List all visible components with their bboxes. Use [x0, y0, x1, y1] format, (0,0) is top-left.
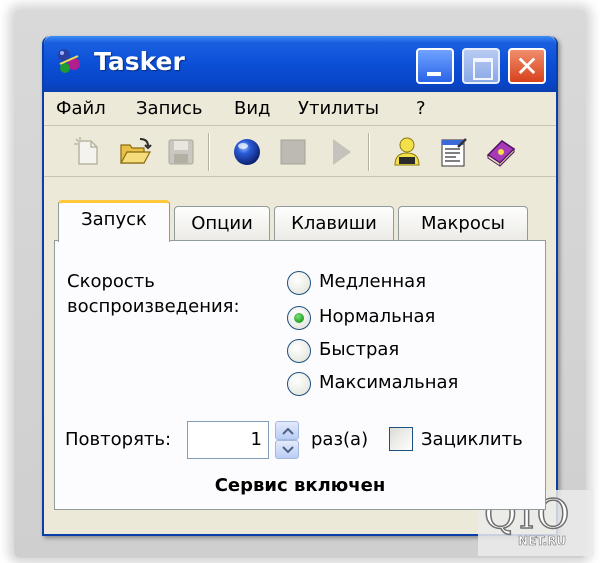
radio-fast[interactable] [287, 339, 311, 363]
toolbar-separator [368, 133, 370, 171]
window-title: Tasker [94, 47, 185, 76]
tab-keys[interactable]: Клавиши [274, 206, 394, 240]
new-icon[interactable] [70, 135, 104, 169]
menu-file[interactable]: Файл [56, 98, 106, 119]
radio-slow-label: Медленная [319, 271, 427, 292]
spin-up-button[interactable] [275, 421, 299, 440]
toolbar [44, 127, 556, 177]
times-label: раз(а) [311, 429, 369, 450]
user-icon[interactable] [390, 135, 424, 169]
save-icon[interactable] [164, 135, 198, 169]
radio-fast-label: Быстрая [319, 339, 400, 360]
menu-bar: Файл Запись Вид Утилиты ? [44, 92, 556, 126]
properties-icon[interactable] [436, 135, 470, 169]
menu-help[interactable]: ? [416, 98, 426, 119]
radio-max[interactable] [287, 372, 311, 396]
menu-view[interactable]: Вид [234, 98, 271, 119]
open-folder-icon[interactable] [118, 135, 152, 169]
tab-control: Запуск Опции Клавиши Макросы Скорость во… [54, 196, 546, 516]
tab-options[interactable]: Опции [174, 206, 270, 240]
service-status: Сервис включен [214, 475, 386, 496]
launch-panel: Скорость воспроизведения: Медленная Норм… [54, 240, 546, 510]
close-button[interactable]: ✕ [508, 48, 546, 84]
spin-down-button[interactable] [275, 440, 299, 459]
repeat-count-input[interactable]: 1 [187, 421, 269, 459]
speed-label-line2: воспроизведения: [67, 296, 240, 317]
toolbar-separator [208, 133, 210, 171]
play-icon[interactable] [324, 135, 358, 169]
radio-max-label: Максимальная [319, 372, 459, 393]
loop-checkbox[interactable] [389, 427, 413, 451]
tab-macros[interactable]: Макросы [398, 206, 528, 240]
tab-launch[interactable]: Запуск [58, 200, 170, 242]
watermark-sub: NET.RU [518, 534, 567, 549]
tasker-window: Tasker ✕ Файл Запись Вид Утилиты ? Запус… [42, 36, 558, 536]
speed-label: Скорость [67, 271, 155, 292]
chevron-down-icon [282, 446, 294, 454]
menu-utilities[interactable]: Утилиты [298, 98, 379, 119]
chevron-up-icon [282, 427, 294, 435]
title-bar[interactable]: Tasker ✕ [44, 36, 556, 92]
minimize-button[interactable] [416, 48, 454, 84]
loop-label: Зациклить [421, 429, 523, 450]
radio-normal-label: Нормальная [319, 306, 436, 327]
record-icon[interactable] [230, 135, 264, 169]
stop-icon[interactable] [276, 135, 310, 169]
maximize-button[interactable] [462, 48, 500, 84]
radio-normal[interactable] [287, 306, 311, 330]
book-icon[interactable] [484, 135, 518, 169]
repeat-label: Повторять: [65, 429, 172, 450]
tasker-app-icon [58, 49, 80, 73]
menu-record[interactable]: Запись [136, 98, 203, 119]
radio-slow[interactable] [287, 271, 311, 295]
close-icon: ✕ [515, 50, 539, 83]
